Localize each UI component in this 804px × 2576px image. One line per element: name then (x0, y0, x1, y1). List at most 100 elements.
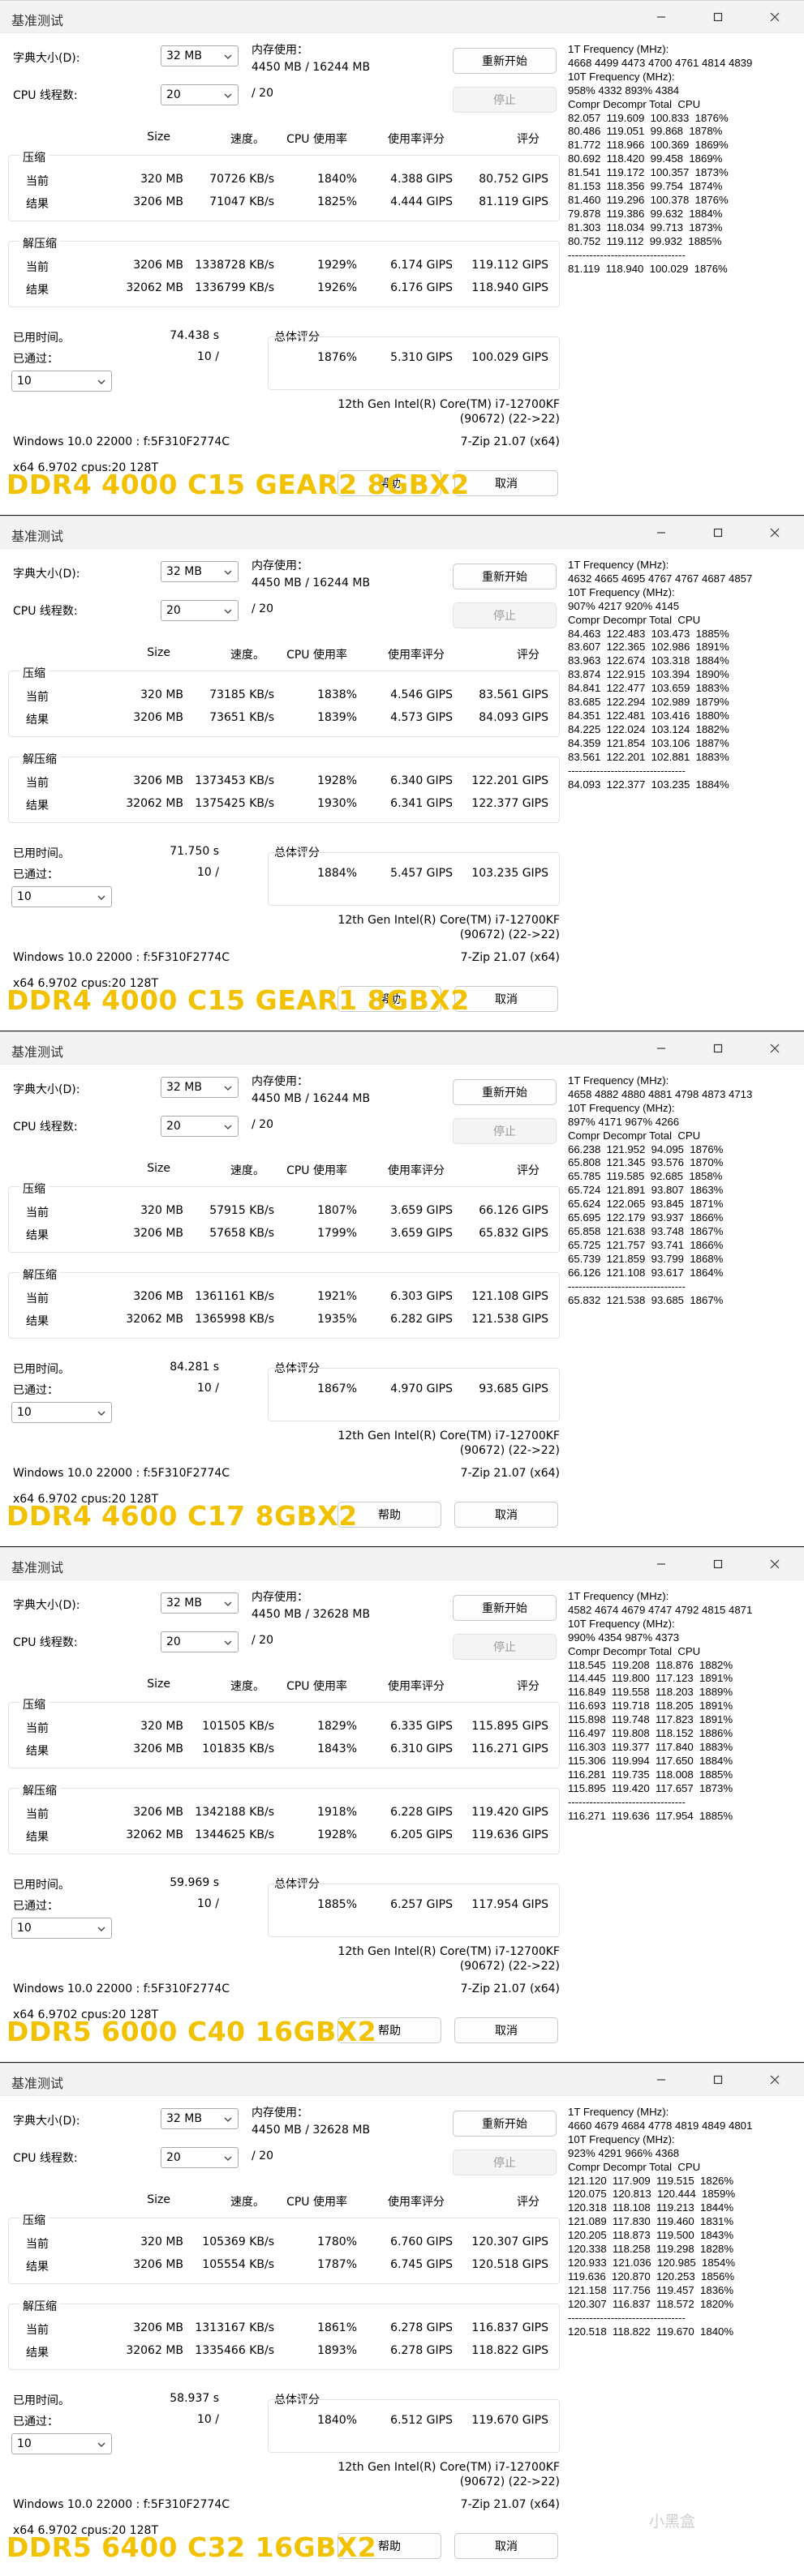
benchmark-cell: 120.307 GIPS (471, 2235, 548, 2248)
memory-label: 内存使用： (252, 1591, 308, 1604)
title-bar: 基准测试 (0, 1, 804, 33)
close-icon (770, 12, 780, 22)
benchmark-cell: 70726 KB/s (209, 173, 274, 186)
frequency-log-line: 66.238 121.952 94.095 1876% (568, 1142, 724, 1155)
speed-header: 速度。 (230, 133, 264, 146)
restart-button[interactable]: 重新开始 (453, 1079, 557, 1105)
chevron-down-icon (224, 54, 232, 59)
minimize-button[interactable] (650, 1553, 673, 1575)
benchmark-cell: 6.341 GIPS (390, 797, 453, 810)
compress-label: 压缩 (19, 665, 49, 681)
frequency-log-line: 84.841 122.477 103.659 1883% (568, 682, 729, 695)
benchmark-cell: 73651 KB/s (209, 711, 274, 724)
benchmark-cell: 3206 MB (133, 195, 183, 208)
rating-header: 评分 (517, 2196, 540, 2209)
close-button[interactable] (763, 521, 786, 544)
stop-button[interactable]: 停止 (453, 1634, 557, 1660)
frequency-log-line: 81.541 119.172 100.357 1873% (568, 166, 729, 179)
benchmark-cell: 1840% (317, 173, 357, 186)
row-label: 当前 (26, 261, 49, 274)
benchmark-cell: 1921% (317, 1290, 357, 1303)
close-button[interactable] (763, 1553, 786, 1575)
restart-button[interactable]: 重新开始 (453, 1595, 557, 1621)
stop-button[interactable]: 停止 (453, 602, 557, 628)
chevron-down-icon (97, 895, 105, 900)
minimize-button[interactable] (650, 521, 673, 544)
os-info: Windows 10.0 22000 : f:5F310F2774C (13, 1467, 230, 1480)
threads-select[interactable]: 20 (161, 84, 239, 105)
frequency-log-line: 121.120 117.909 119.515 1826% (568, 2174, 734, 2187)
threads-select[interactable]: 20 (161, 1631, 239, 1652)
restart-button[interactable]: 重新开始 (453, 2111, 557, 2137)
dictionary-select[interactable]: 32 MB (161, 1077, 239, 1098)
passes-select[interactable]: 10 (11, 886, 112, 907)
minimize-button[interactable] (650, 6, 673, 28)
frequency-log-line: 120.933 121.036 120.985 1854% (568, 2256, 736, 2269)
total-cpu-usage: 1840% (317, 2414, 357, 2427)
total-rating-usage: 6.512 GIPS (390, 2414, 453, 2427)
cancel-button[interactable]: 取消 (454, 470, 558, 496)
close-button[interactable] (763, 1037, 786, 1060)
frequency-log-line: 1T Frequency (MHz): (568, 1590, 669, 1602)
decompress-group (8, 2304, 560, 2370)
close-button[interactable] (763, 6, 786, 28)
benchmark-cell: 84.093 GIPS (479, 711, 548, 724)
benchmark-cell: 116.837 GIPS (471, 2321, 548, 2334)
benchmark-cell: 1935% (317, 1313, 357, 1326)
compress-group (8, 1702, 560, 1768)
frequency-log-line: 116.497 119.808 118.152 1886% (568, 1727, 733, 1740)
cancel-button[interactable]: 取消 (454, 2017, 558, 2043)
maximize-button[interactable] (707, 1553, 729, 1575)
benchmark-cell: 1928% (317, 774, 357, 787)
minimize-button[interactable] (650, 2068, 673, 2091)
maximize-button[interactable] (707, 6, 729, 28)
threads-select[interactable]: 20 (161, 2147, 239, 2168)
dictionary-select[interactable]: 32 MB (161, 2108, 239, 2129)
benchmark-cell: 3.659 GIPS (390, 1204, 453, 1217)
restart-button[interactable]: 重新开始 (453, 564, 557, 589)
frequency-log-line: 4582 4674 4679 4747 4792 4815 4871 (568, 1603, 753, 1616)
maximize-button[interactable] (707, 2068, 729, 2091)
passes-value: 10 / (197, 1897, 219, 1910)
restart-button[interactable]: 重新开始 (453, 48, 557, 74)
stop-button[interactable]: 停止 (453, 2150, 557, 2175)
cancel-button[interactable]: 取消 (454, 2533, 558, 2559)
passes-select[interactable]: 10 (11, 1918, 112, 1939)
frequency-log-line: 958% 4332 893% 4384 (568, 84, 680, 96)
passes-select[interactable]: 10 (11, 1402, 112, 1423)
cancel-button[interactable]: 取消 (454, 986, 558, 1012)
passes-select[interactable]: 10 (11, 371, 112, 392)
zip-version: 7-Zip 21.07 (x64) (460, 435, 560, 448)
dictionary-select[interactable]: 32 MB (161, 45, 239, 66)
memory-value: 4450 MB / 32628 MB (252, 1608, 371, 1621)
stop-button[interactable]: 停止 (453, 87, 557, 113)
memory-label: 内存使用： (252, 2107, 308, 2120)
passes-select[interactable]: 10 (11, 2433, 112, 2454)
cancel-button[interactable]: 取消 (454, 1502, 558, 1528)
maximize-button[interactable] (707, 521, 729, 544)
frequency-log-line: 65.832 121.538 93.685 1867% (568, 1293, 724, 1306)
frequency-log-line: 79.878 119.386 99.632 1884% (568, 207, 723, 220)
benchmark-cell: 6.745 GIPS (390, 2258, 453, 2271)
benchmark-cell: 3206 MB (133, 1290, 183, 1303)
frequency-log-line: 83.685 122.294 102.989 1879% (568, 696, 729, 709)
benchmark-cell: 4.573 GIPS (390, 711, 453, 724)
window-title: 基准测试 (11, 13, 64, 28)
maximize-button[interactable] (707, 1037, 729, 1060)
benchmark-cell: 320 MB (140, 1720, 183, 1733)
cpu-usage-header: CPU 使用率 (286, 1680, 347, 1693)
dictionary-select[interactable]: 32 MB (161, 1592, 239, 1614)
close-button[interactable] (763, 2068, 786, 2091)
minimize-button[interactable] (650, 1037, 673, 1060)
size-header: Size (147, 131, 170, 144)
stop-button[interactable]: 停止 (453, 1118, 557, 1144)
elapsed-label: 已用时间。 (13, 1363, 70, 1376)
passes-label: 已通过： (13, 1384, 58, 1397)
threads-select[interactable]: 20 (161, 1116, 239, 1137)
benchmark-cell: 1918% (317, 1806, 357, 1819)
frequency-log-line: 65.808 121.345 93.576 1870% (568, 1156, 724, 1169)
frequency-log-line: 120.518 118.822 119.670 1840% (568, 2325, 734, 2338)
dictionary-select[interactable]: 32 MB (161, 561, 239, 582)
threads-select[interactable]: 20 (161, 600, 239, 621)
benchmark-cell: 118.822 GIPS (471, 2344, 548, 2357)
